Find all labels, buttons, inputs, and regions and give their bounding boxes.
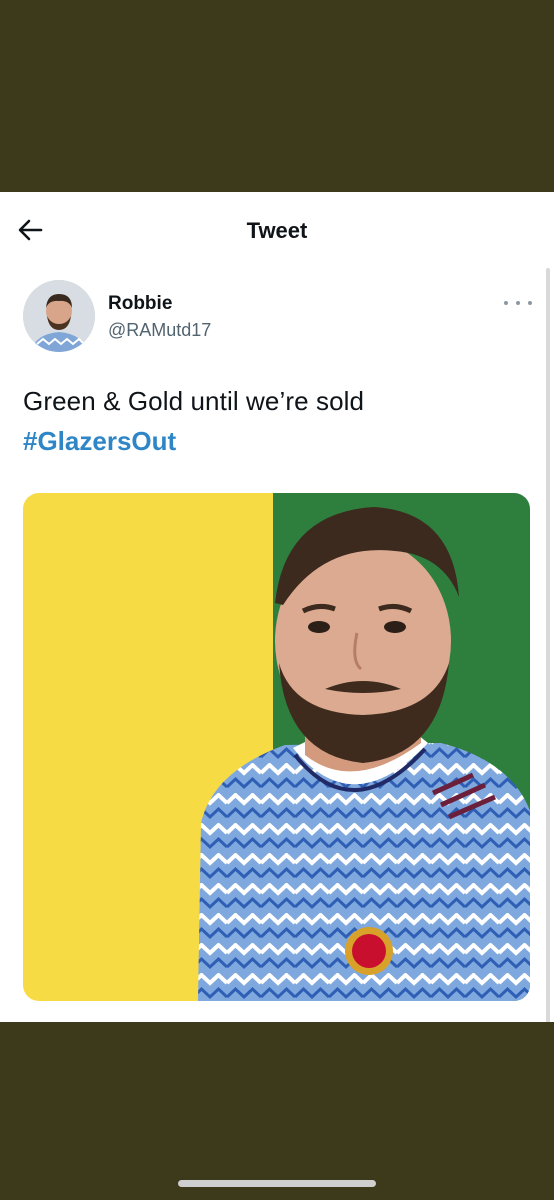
tweet-media-image[interactable]: [23, 493, 530, 1001]
avatar[interactable]: [23, 280, 95, 352]
author-name[interactable]: Robbie: [108, 293, 172, 315]
tweet-header: Tweet: [0, 192, 554, 272]
more-options-button[interactable]: [504, 296, 532, 310]
page-title: Tweet: [246, 218, 308, 243]
top-background-band: [0, 0, 554, 192]
hashtag-link[interactable]: #GlazersOut: [23, 426, 176, 457]
more-horizontal-icon: [504, 301, 532, 305]
tweet-text: Green & Gold until we’re sold: [23, 386, 365, 416]
tweet-card: Tweet Robbie @RAMutd17 Green & Gold unti…: [0, 192, 554, 1024]
scrollbar[interactable]: [546, 268, 550, 1024]
bottom-background-band: [0, 1022, 554, 1200]
home-indicator[interactable]: [178, 1180, 376, 1187]
author-handle[interactable]: @RAMutd17: [108, 320, 211, 341]
